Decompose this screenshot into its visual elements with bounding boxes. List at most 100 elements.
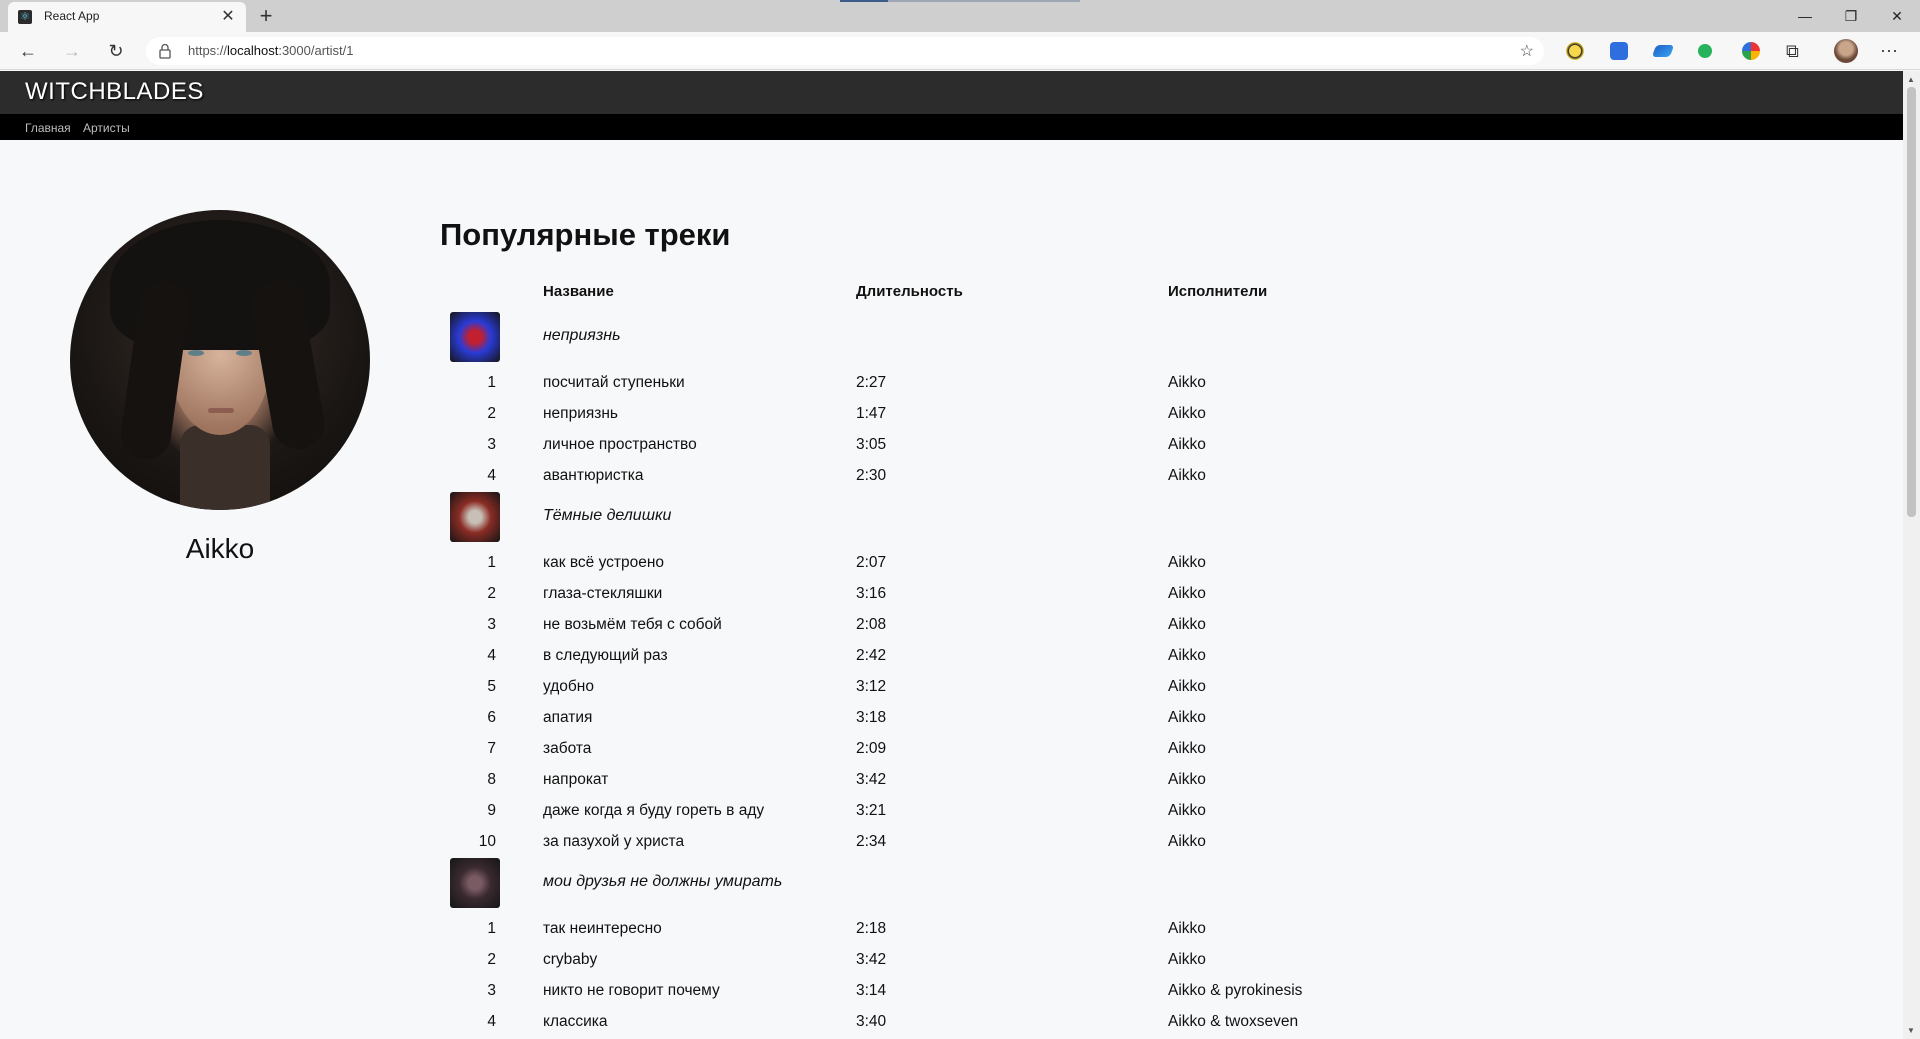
scrollbar-thumb[interactable]: [1907, 87, 1916, 517]
track-artists: Aikko: [1168, 585, 1206, 602]
track-duration: 2:08: [856, 616, 887, 633]
track-row[interactable]: 4 авантюристка 2:30 Aikko: [440, 461, 1440, 492]
norton-icon[interactable]: [1566, 42, 1584, 60]
track-row[interactable]: 3 не возьмём тебя с собой 2:08 Aikko: [440, 610, 1440, 641]
url-text[interactable]: https://localhost:3000/artist/1: [188, 43, 354, 58]
track-row[interactable]: 9 даже когда я буду гореть в аду 3:21 Aikko: [440, 796, 1440, 827]
track-artists: Aikko: [1168, 771, 1206, 788]
scroll-down-icon[interactable]: ▼: [1907, 1026, 1915, 1035]
track-row[interactable]: 7 забота 2:09 Aikko: [440, 734, 1440, 765]
tab-title: React App: [44, 9, 100, 23]
track-duration: 2:07: [856, 554, 887, 571]
track-name: апатия: [543, 709, 593, 726]
nav-artists-link[interactable]: Артисты: [83, 121, 130, 135]
track-row[interactable]: 2 неприязнь 1:47 Aikko: [440, 399, 1440, 430]
track-name: глаза-стекляшки: [543, 585, 663, 602]
header-duration: Длительность: [856, 283, 963, 300]
browser-toolbar: ← → ↻ https://localhost:3000/artist/1 ☆ …: [0, 32, 1920, 70]
track-row[interactable]: 1 так неинтересно 2:18 Aikko: [440, 914, 1440, 945]
album-cover[interactable]: [450, 492, 500, 542]
leaf-icon[interactable]: [1698, 44, 1712, 58]
puzzle-icon[interactable]: ⧉: [1786, 42, 1804, 60]
track-row[interactable]: 6 апатия 3:18 Aikko: [440, 703, 1440, 734]
artist-avatar: [70, 210, 370, 510]
track-number: 3: [487, 616, 496, 633]
track-number: 6: [487, 709, 496, 726]
scroll-up-icon[interactable]: ▲: [1907, 75, 1915, 84]
track-row[interactable]: 5 удобно 3:12 Aikko: [440, 672, 1440, 703]
track-duration: 2:30: [856, 467, 887, 484]
track-name: в следующий раз: [543, 647, 668, 664]
circle-ext-icon[interactable]: [1742, 42, 1760, 60]
track-duration: 2:42: [856, 647, 887, 664]
track-row[interactable]: 4 в следующий раз 2:42 Aikko: [440, 641, 1440, 672]
album-cover[interactable]: [450, 858, 500, 908]
track-number: 1: [487, 554, 496, 571]
site-brand[interactable]: WITCHBLADES: [25, 78, 204, 106]
browser-tab[interactable]: ⚛ React App ✕: [8, 2, 246, 32]
back-button[interactable]: ←: [14, 38, 42, 64]
add-favorite-star-icon[interactable]: ☆: [1520, 41, 1534, 61]
track-duration: 1:47: [856, 405, 887, 422]
track-row[interactable]: 1 как всё устроено 2:07 Aikko: [440, 548, 1440, 579]
track-number: 2: [487, 951, 496, 968]
album-cover[interactable]: [450, 312, 500, 362]
page-scrollbar[interactable]: ▲ ▼: [1903, 71, 1920, 1039]
track-artists: Aikko: [1168, 554, 1206, 571]
artist-name: Aikko: [185, 533, 255, 564]
track-name: так неинтересно: [543, 920, 662, 937]
track-number: 4: [487, 647, 496, 664]
track-duration: 3:18: [856, 709, 887, 726]
translate-icon[interactable]: [1610, 42, 1628, 60]
close-tab-icon[interactable]: ✕: [218, 6, 238, 26]
track-artists: Aikko: [1168, 647, 1206, 664]
minimize-button[interactable]: —: [1782, 4, 1828, 28]
track-duration: 3:05: [856, 436, 887, 453]
track-row[interactable]: 4 классика 3:40 Aikko & twoxseven: [440, 1007, 1440, 1038]
profile-avatar[interactable]: [1834, 39, 1858, 63]
track-number: 3: [487, 436, 496, 453]
track-row[interactable]: 1 посчитай ступеньки 2:27 Aikko: [440, 368, 1440, 399]
nav-home-link[interactable]: Главная: [25, 121, 71, 135]
track-artists: Aikko: [1168, 802, 1206, 819]
header-artists: Исполнители: [1168, 283, 1268, 300]
lock-icon: [159, 43, 171, 59]
close-window-button[interactable]: ✕: [1874, 4, 1920, 28]
track-row[interactable]: 3 никто не говорит почему 3:14 Aikko & pyro…: [440, 976, 1440, 1007]
react-favicon-icon: ⚛: [18, 10, 32, 24]
track-number: 10: [478, 833, 496, 850]
album-title[interactable]: мои друзья не должны умирать: [543, 873, 782, 891]
track-duration: 3:14: [856, 982, 887, 999]
track-row[interactable]: 8 напрокат 3:42 Aikko: [440, 765, 1440, 796]
track-name: личное пространство: [543, 436, 697, 453]
track-row[interactable]: 2 crybaby 3:42 Aikko: [440, 945, 1440, 976]
track-number: 2: [487, 585, 496, 602]
track-name: не возьмём тебя с собой: [543, 616, 722, 633]
reload-button[interactable]: ↻: [102, 38, 130, 64]
track-row[interactable]: 3 личное пространство 3:05 Aikko: [440, 430, 1440, 461]
track-duration: 3:16: [856, 585, 887, 602]
track-artists: Aikko & pyrokinesis: [1168, 982, 1303, 999]
track-artists: Aikko: [1168, 709, 1206, 726]
more-menu-icon[interactable]: ···: [1880, 40, 1898, 61]
track-artists: Aikko: [1168, 678, 1206, 695]
new-tab-button[interactable]: +: [252, 2, 280, 30]
url-scheme: https://: [188, 43, 228, 58]
track-number: 7: [487, 740, 496, 757]
track-name: забота: [543, 740, 592, 757]
track-number: 4: [487, 467, 496, 484]
track-artists: Aikko: [1168, 616, 1206, 633]
cloud-icon[interactable]: [1651, 45, 1675, 57]
track-name: посчитай ступеньки: [543, 374, 685, 391]
track-number: 8: [487, 771, 496, 788]
address-bar[interactable]: https://localhost:3000/artist/1 ☆: [146, 37, 1544, 65]
web-page: WITCHBLADES Главная Артисты Aikko Популя…: [0, 71, 1903, 1039]
track-row[interactable]: 10 за пазухой у христа 2:34 Aikko: [440, 827, 1440, 858]
track-row[interactable]: 2 глаза-стекляшки 3:16 Aikko: [440, 579, 1440, 610]
restore-button[interactable]: ❐: [1828, 4, 1874, 28]
forward-button[interactable]: →: [58, 38, 86, 64]
track-number: 4: [487, 1013, 496, 1030]
album-title[interactable]: Тёмные делишки: [543, 507, 671, 525]
album-title[interactable]: неприязнь: [543, 327, 621, 345]
track-name: за пазухой у христа: [543, 833, 685, 850]
